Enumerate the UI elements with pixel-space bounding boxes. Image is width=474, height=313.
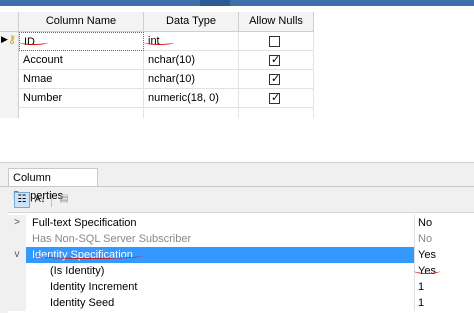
property-value[interactable]: Yes: [418, 247, 436, 263]
property-value: No: [418, 233, 433, 245]
property-name: (Is Identity): [50, 265, 105, 277]
property-row-non-sql-subscriber[interactable]: Has Non-SQL Server Subscriber No: [8, 231, 474, 247]
property-name: Full-text Specification: [32, 217, 137, 229]
toolbar-separator: [51, 193, 52, 207]
categorized-icon: ☷: [17, 194, 27, 205]
current-row-arrow-icon: ▶: [1, 34, 8, 44]
properties-toolbar: ☷ A↓ ▤: [8, 190, 474, 210]
annotation-underline: [144, 40, 174, 45]
allow-nulls-checkbox[interactable]: ✓: [269, 73, 281, 85]
annotation-underline: [20, 40, 48, 45]
allow-nulls-checkbox[interactable]: ✓: [269, 54, 281, 66]
property-row-is-identity[interactable]: (Is Identity) Yes: [8, 263, 474, 279]
property-pages-button[interactable]: ▤: [56, 192, 72, 208]
row-selector[interactable]: [0, 70, 19, 90]
table-designer-grid: Column Name Data Type Allow Nulls ▶ ⚷ ID…: [0, 6, 474, 124]
data-type-cell[interactable]: nchar(10): [144, 70, 239, 89]
property-pages-icon: ▤: [59, 193, 69, 204]
primary-key-icon: ⚷: [8, 34, 17, 46]
check-mark-icon: ✓: [271, 54, 281, 66]
check-mark-icon: ✓: [271, 73, 281, 85]
column-name-cell[interactable]: Account: [19, 51, 144, 70]
data-type-header: Data Type: [144, 12, 239, 32]
allow-nulls-header: Allow Nulls: [239, 12, 314, 32]
row-selector[interactable]: [0, 89, 19, 109]
property-name: Identity Seed: [50, 297, 115, 309]
property-value[interactable]: 1: [418, 279, 424, 295]
tab-divider: [0, 186, 474, 187]
allow-nulls-checkbox[interactable]: [269, 36, 280, 47]
property-row-identity-seed[interactable]: Identity Seed 1: [8, 295, 474, 311]
column-name-cell[interactable]: Number: [19, 89, 144, 108]
tab-column-properties[interactable]: Column Properties: [8, 168, 98, 202]
alphabetical-button[interactable]: A↓: [32, 192, 48, 208]
check-mark-icon: ✓: [271, 92, 281, 104]
allow-nulls-cell: ✓: [239, 51, 314, 70]
grid-blank-area: [0, 118, 474, 162]
allow-nulls-cell: ✓: [239, 89, 314, 108]
row-selector[interactable]: [0, 51, 19, 71]
allow-nulls-cell: ✓: [239, 70, 314, 89]
expand-chevron-icon[interactable]: >: [8, 215, 26, 231]
categorized-button[interactable]: ☷: [14, 192, 30, 208]
property-value[interactable]: 1: [418, 295, 424, 311]
allow-nulls-cell: [239, 32, 314, 51]
property-name: Has Non-SQL Server Subscriber: [32, 233, 192, 245]
row-selector[interactable]: ▶ ⚷: [0, 32, 19, 52]
allow-nulls-checkbox[interactable]: ✓: [269, 92, 281, 104]
property-grid: > Full-text Specification No Has Non-SQL…: [8, 212, 474, 313]
property-row-identity-increment[interactable]: Identity Increment 1: [8, 279, 474, 295]
property-name: Identity Increment: [50, 281, 138, 293]
annotation-underline: [414, 268, 440, 274]
column-name-cell[interactable]: Nmae: [19, 70, 144, 89]
property-value[interactable]: No: [418, 215, 432, 231]
collapse-chevron-icon[interactable]: v: [8, 247, 26, 263]
annotation-underline: [34, 252, 144, 259]
column-name-header: Column Name: [19, 12, 144, 32]
data-type-cell[interactable]: nchar(10): [144, 51, 239, 70]
alphabetical-sort-icon: A↓: [34, 194, 46, 204]
data-type-cell[interactable]: numeric(18, 0): [144, 89, 239, 108]
property-row-full-text[interactable]: > Full-text Specification No: [8, 215, 474, 231]
row-header-corner: [0, 12, 19, 32]
